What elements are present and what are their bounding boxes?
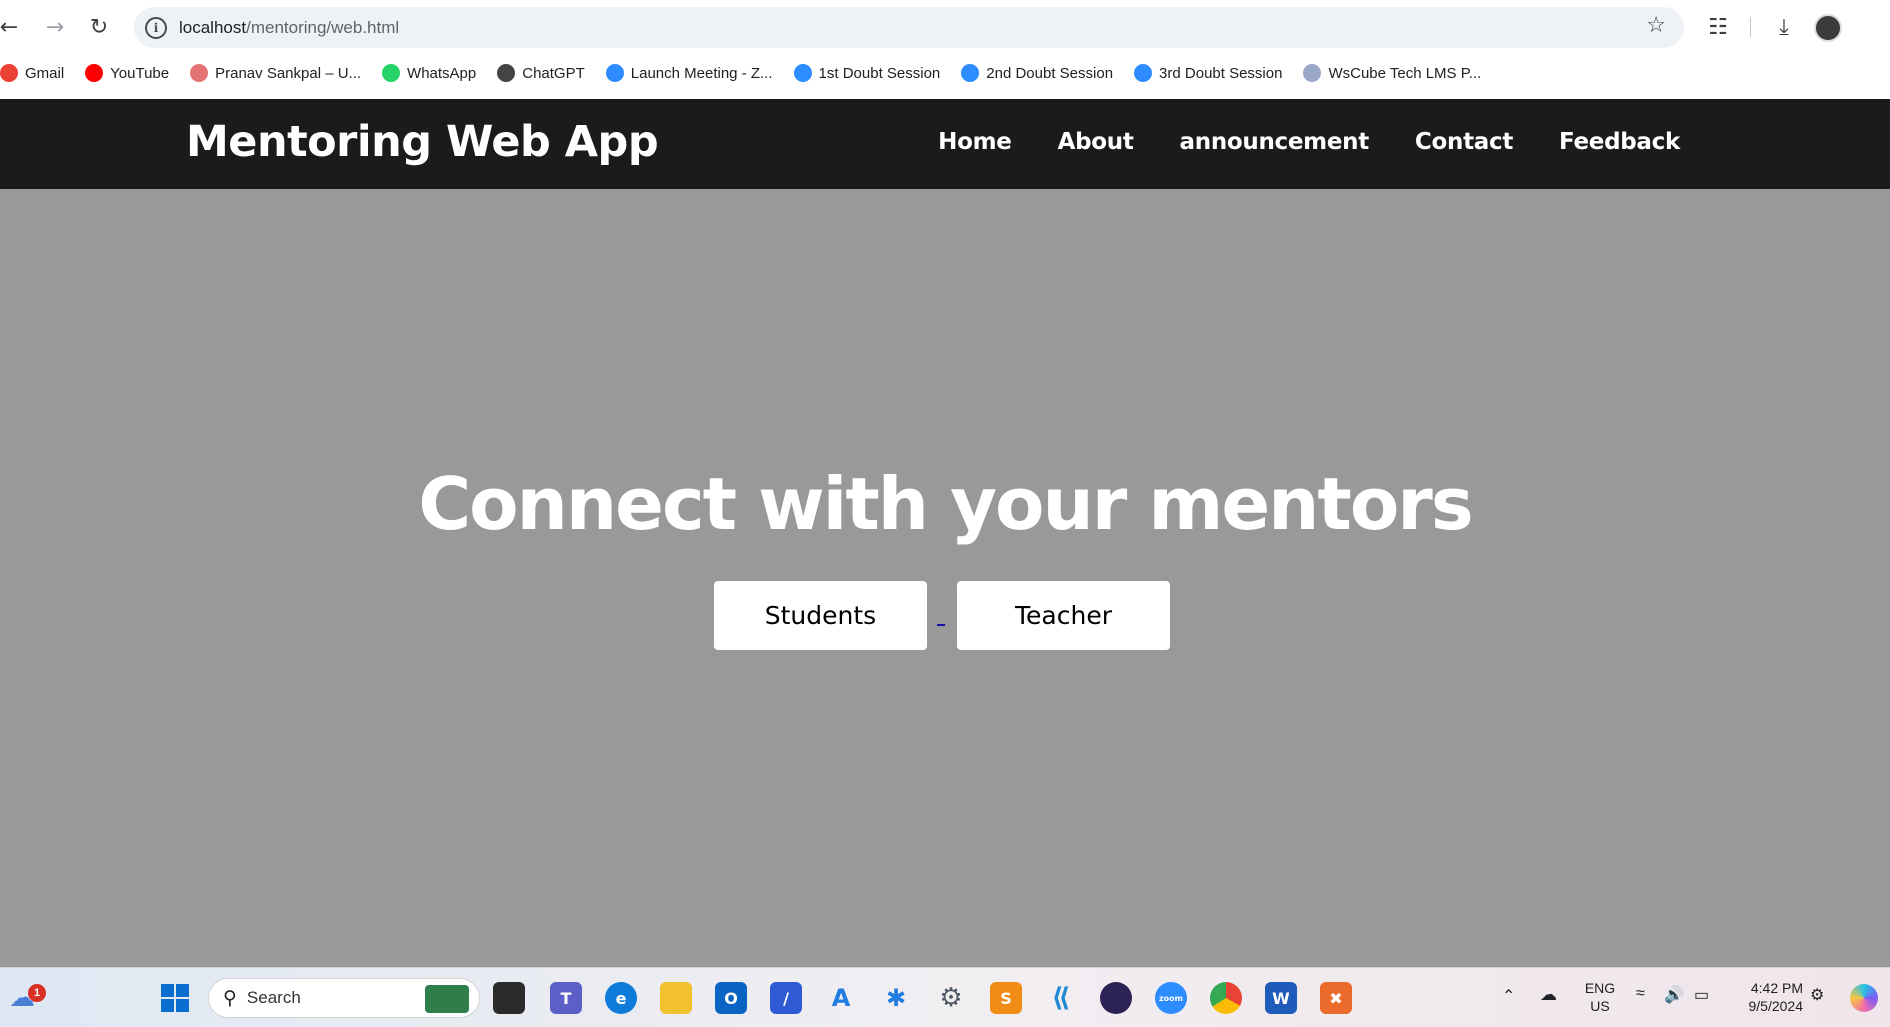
url-text[interactable]: localhost/mentoring/web.html <box>179 18 399 38</box>
browser-toolbar: ← → ↻ i localhost/mentoring/web.html ☆ ☷… <box>0 0 1890 99</box>
zoom-icon <box>1134 64 1153 82</box>
bookmark-icon <box>190 64 209 82</box>
region-code: US <box>1590 998 1610 1014</box>
notification-icon[interactable]: ⚙ <box>1810 985 1824 1005</box>
app-store-icon[interactable]: A <box>825 982 857 1014</box>
bluetooth-icon[interactable]: ✱ <box>880 982 912 1014</box>
bookmark-label: Pranav Sankpal – U... <box>215 64 362 82</box>
clock-date: 9/5/2024 <box>1748 998 1804 1014</box>
teams-icon[interactable]: T <box>550 982 582 1014</box>
outlook-icon[interactable]: O <box>715 982 747 1014</box>
battery-icon[interactable]: ▭ <box>1694 985 1709 1005</box>
bookmark-label: 2nd Doubt Session <box>986 64 1114 82</box>
bookmark-item[interactable]: Pranav Sankpal – U... <box>190 64 361 82</box>
nav-contact[interactable]: Contact <box>1415 129 1513 155</box>
bookmark-item[interactable]: Launch Meeting - Z... <box>605 64 773 82</box>
download-icon[interactable]: ⤓ <box>1768 11 1800 43</box>
link-spacer[interactable] <box>927 581 957 650</box>
taskbar-search[interactable]: ⚲ Search <box>208 978 480 1018</box>
whatsapp-icon <box>382 64 401 82</box>
search-icon: ⚲ <box>223 987 237 1009</box>
sublime-text-icon[interactable]: S <box>990 982 1022 1014</box>
onedrive-off-icon[interactable]: ☁ <box>1540 985 1557 1005</box>
nav-home[interactable]: Home <box>938 129 1012 155</box>
bookmark-item[interactable]: 1st Doubt Session <box>793 64 941 82</box>
extensions-icon[interactable]: ☷ <box>1702 11 1734 43</box>
wscube-icon <box>1303 64 1322 82</box>
vscode-icon[interactable]: ⟪ <box>1045 982 1077 1014</box>
gmail-icon <box>0 64 18 82</box>
bookmark-label: WsCube Tech LMS P... <box>1328 64 1482 82</box>
language-code: ENG <box>1584 980 1616 996</box>
site-info-icon[interactable]: i <box>145 16 167 39</box>
address-bar[interactable]: i localhost/mentoring/web.html ☆ <box>134 7 1684 48</box>
wifi-icon[interactable]: ≈ <box>1636 985 1645 1003</box>
editor-app-icon[interactable]: / <box>770 982 802 1014</box>
nav-announcement[interactable]: announcement <box>1180 129 1370 155</box>
nav-about[interactable]: About <box>1058 129 1134 155</box>
bookmark-label: Gmail <box>25 64 65 82</box>
bookmark-item[interactable]: WsCube Tech LMS P... <box>1303 64 1481 82</box>
edge-icon[interactable]: e <box>605 982 637 1014</box>
forward-icon[interactable]: → <box>38 10 72 44</box>
youtube-icon <box>85 64 104 82</box>
weather-icon[interactable]: ☁ 1 <box>6 982 46 1014</box>
weather-badge: 1 <box>28 984 46 1002</box>
bookmark-item[interactable]: 3rd Doubt Session <box>1134 64 1282 82</box>
main-nav: Home About announcement Contact Feedback <box>938 129 1680 155</box>
clock[interactable]: 4:42 PM 9/5/2024 <box>1733 979 1804 1015</box>
copilot-icon[interactable] <box>1850 984 1878 1012</box>
clock-time: 4:42 PM <box>1750 980 1803 996</box>
bookmark-label: Launch Meeting - Z... <box>630 64 773 82</box>
bookmark-label: 3rd Doubt Session <box>1159 64 1283 82</box>
chatgpt-icon <box>497 64 516 82</box>
bookmark-star-icon[interactable]: ☆ <box>1646 13 1666 38</box>
bookmark-item[interactable]: YouTube <box>85 64 169 82</box>
nav-feedback[interactable]: Feedback <box>1559 129 1680 155</box>
settings-gear-icon[interactable]: ⚙ <box>935 982 967 1014</box>
brand-title: Mentoring Web App <box>186 117 659 167</box>
search-label: Search <box>246 988 301 1007</box>
search-highlight-icon <box>425 985 469 1013</box>
file-explorer-icon[interactable] <box>660 982 692 1014</box>
hero-title: Connect with your mentors <box>418 462 1473 546</box>
toolbar-divider <box>1750 17 1751 37</box>
language-indicator[interactable]: ENG US <box>1580 979 1620 1015</box>
word-icon[interactable]: W <box>1265 982 1297 1014</box>
zoom-app-icon[interactable]: zoom <box>1155 982 1187 1014</box>
bookmark-label: YouTube <box>110 64 170 82</box>
bookmark-label: ChatGPT <box>522 64 585 82</box>
site-header: Mentoring Web App Home About announcemen… <box>0 99 1890 189</box>
bookmark-label: WhatsApp <box>407 64 477 82</box>
task-view-icon[interactable] <box>493 982 525 1014</box>
students-button[interactable]: Students <box>714 581 927 650</box>
bookmark-item[interactable]: WhatsApp <box>382 64 476 82</box>
back-icon[interactable]: ← <box>0 10 26 44</box>
reload-icon[interactable]: ↻ <box>82 10 116 44</box>
xampp-icon[interactable]: ✖ <box>1320 982 1352 1014</box>
profile-avatar[interactable] <box>1814 14 1842 42</box>
bookmark-item[interactable]: ChatGPT <box>497 64 585 82</box>
chevron-up-icon[interactable]: ⌃ <box>1502 986 1515 1006</box>
taskbar: ☁ 1 ⚲ Search T e O / A ✱ ⚙ S ⟪ zoom W ✖ … <box>0 967 1890 1027</box>
bookmark-item[interactable]: 2nd Doubt Session <box>961 64 1113 82</box>
chrome-icon[interactable] <box>1210 982 1242 1014</box>
bookmark-item[interactable]: Gmail <box>0 64 64 82</box>
bookmark-label: 1st Doubt Session <box>818 64 941 82</box>
bookmarks-bar: Gmail YouTube Pranav Sankpal – U... WhatsAp… <box>0 58 1890 88</box>
zoom-icon <box>605 64 624 82</box>
hero-buttons: Students Teacher <box>714 581 1170 650</box>
zoom-icon <box>793 64 812 82</box>
eclipse-icon[interactable] <box>1100 982 1132 1014</box>
teacher-button[interactable]: Teacher <box>957 581 1170 650</box>
volume-icon[interactable]: 🔊 <box>1664 985 1684 1005</box>
zoom-icon <box>961 64 980 82</box>
windows-start-icon[interactable] <box>159 982 191 1014</box>
